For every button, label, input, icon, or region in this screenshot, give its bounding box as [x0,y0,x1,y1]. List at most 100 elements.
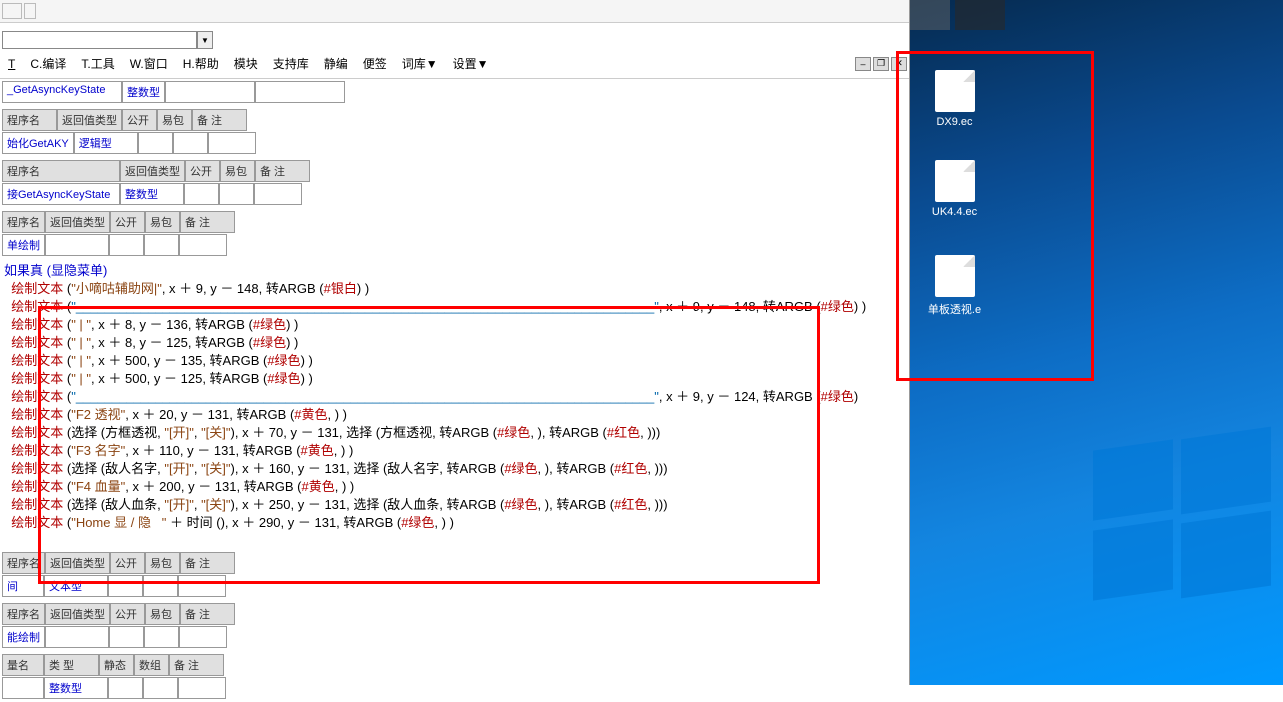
col-header: 备 注 [255,160,310,182]
empty-cell[interactable] [179,626,227,648]
empty-cell[interactable] [138,132,173,154]
proc-name[interactable]: 单绘制 [2,234,45,256]
col-header: 易包 [145,603,180,625]
return-type[interactable]: 逻辑型 [74,132,138,154]
taskbar-partial [910,0,1005,30]
menu-item-window[interactable]: W.窗口 [124,53,174,74]
file-label: UK4.4.ec [922,206,987,218]
restore-btn[interactable]: ❐ [873,57,889,71]
proc-name[interactable]: 接GetAsyncKeyState [2,183,120,205]
empty-cell[interactable] [254,183,302,205]
empty-cell[interactable] [178,677,226,699]
col-header: 类 型 [44,654,99,676]
empty-cell[interactable] [165,81,255,103]
col-header: 备 注 [180,552,235,574]
col-header: 公开 [110,603,145,625]
empty-cell[interactable] [255,81,345,103]
combo-box: ▼ [2,31,909,49]
empty-cell[interactable] [173,132,208,154]
col-header: 返回值类型 [120,160,185,182]
method-name[interactable]: _GetAsyncKeyState [2,81,122,103]
desktop[interactable]: DX9.ec UK4.4.ec 单板透视.e [910,0,1283,685]
col-header: 程序名 [2,109,57,131]
col-header: 易包 [157,109,192,131]
menu-item-module[interactable]: 模块 [228,53,264,74]
col-header: 备 注 [169,654,224,676]
col-header: 程序名 [2,552,45,574]
desktop-file-e[interactable]: 单板透视.e [922,255,987,317]
col-header: 备 注 [180,211,235,233]
col-header: 备 注 [180,603,235,625]
col-header: 返回值类型 [45,552,110,574]
content-area: _GetAsyncKeyState 整数型 程序名 返回值类型 公开 易包 备 … [0,79,909,702]
file-label: DX9.ec [922,116,987,128]
file-icon [935,255,975,297]
taskbar-icon[interactable] [910,0,950,30]
file-label: 单板透视.e [922,301,987,317]
col-header: 公开 [110,552,145,574]
empty-cell[interactable] [109,234,144,256]
menu-item-static[interactable]: 静编 [318,53,354,74]
col-header: 返回值类型 [45,211,110,233]
ide-window: ▼ T C.编译 T.工具 W.窗口 H.帮助 模块 支持库 静编 便签 词库▼… [0,0,910,685]
menu-item-notes[interactable]: 便签 [357,53,393,74]
col-header: 易包 [145,211,180,233]
empty-cell[interactable] [144,234,179,256]
empty-cell[interactable] [184,183,219,205]
col-header: 公开 [185,160,220,182]
menu-item[interactable]: T [2,55,21,73]
proc-name[interactable]: 能绘制 [2,626,45,648]
col-header: 程序名 [2,211,45,233]
menu-item-support[interactable]: 支持库 [267,53,315,74]
col-header: 备 注 [192,109,247,131]
close-btn[interactable]: ✕ [891,57,907,71]
combo-dropdown-btn[interactable]: ▼ [197,31,213,49]
menu-item-help[interactable]: H.帮助 [177,53,225,74]
menu-bar: T C.编译 T.工具 W.窗口 H.帮助 模块 支持库 静编 便签 词库▼ 设… [0,49,909,79]
col-header: 返回值类型 [57,109,122,131]
menu-item-tools[interactable]: T.工具 [75,53,120,74]
empty-cell[interactable] [144,626,179,648]
desktop-file-dx9[interactable]: DX9.ec [922,70,987,128]
desktop-file-uk44[interactable]: UK4.4.ec [922,160,987,218]
menu-item-dict[interactable]: 词库▼ [396,53,444,74]
return-type[interactable]: 整数型 [122,81,165,103]
empty-cell[interactable] [208,132,256,154]
file-icon [935,70,975,112]
menu-item-settings[interactable]: 设置▼ [447,53,495,74]
col-header: 数组 [134,654,169,676]
empty-cell[interactable] [179,234,227,256]
taskbar-icon[interactable] [955,0,1005,30]
windows-logo [1093,425,1273,605]
empty-cell[interactable] [178,575,226,597]
empty-cell[interactable] [143,575,178,597]
col-header: 量名 [2,654,44,676]
proc-name[interactable]: 间 [2,575,44,597]
col-header: 易包 [145,552,180,574]
menu-item-compile[interactable]: C.编译 [24,53,72,74]
empty-cell[interactable] [143,677,178,699]
return-type[interactable]: 文本型 [44,575,108,597]
minimize-btn[interactable]: – [855,57,871,71]
toolbar-btn[interactable] [2,3,22,19]
empty-cell[interactable] [108,575,143,597]
toolbar-btn[interactable] [24,3,36,19]
col-header: 公开 [110,211,145,233]
empty-cell[interactable] [2,677,44,699]
empty-cell[interactable] [45,234,109,256]
combo-input[interactable] [2,31,197,49]
var-type[interactable]: 整数型 [44,677,108,699]
col-header: 公开 [122,109,157,131]
proc-name[interactable]: 始化GetAKY [2,132,74,154]
col-header: 返回值类型 [45,603,110,625]
code-editor[interactable]: 如果真 (显隐菜单) 绘制文本 ("小嘀咕辅助网|", x ＋ 9, y － 1… [4,262,907,532]
empty-cell[interactable] [219,183,254,205]
col-header: 静态 [99,654,134,676]
col-header: 程序名 [2,160,120,182]
col-header: 易包 [220,160,255,182]
empty-cell[interactable] [108,677,143,699]
file-icon [935,160,975,202]
empty-cell[interactable] [109,626,144,648]
empty-cell[interactable] [45,626,109,648]
return-type[interactable]: 整数型 [120,183,184,205]
